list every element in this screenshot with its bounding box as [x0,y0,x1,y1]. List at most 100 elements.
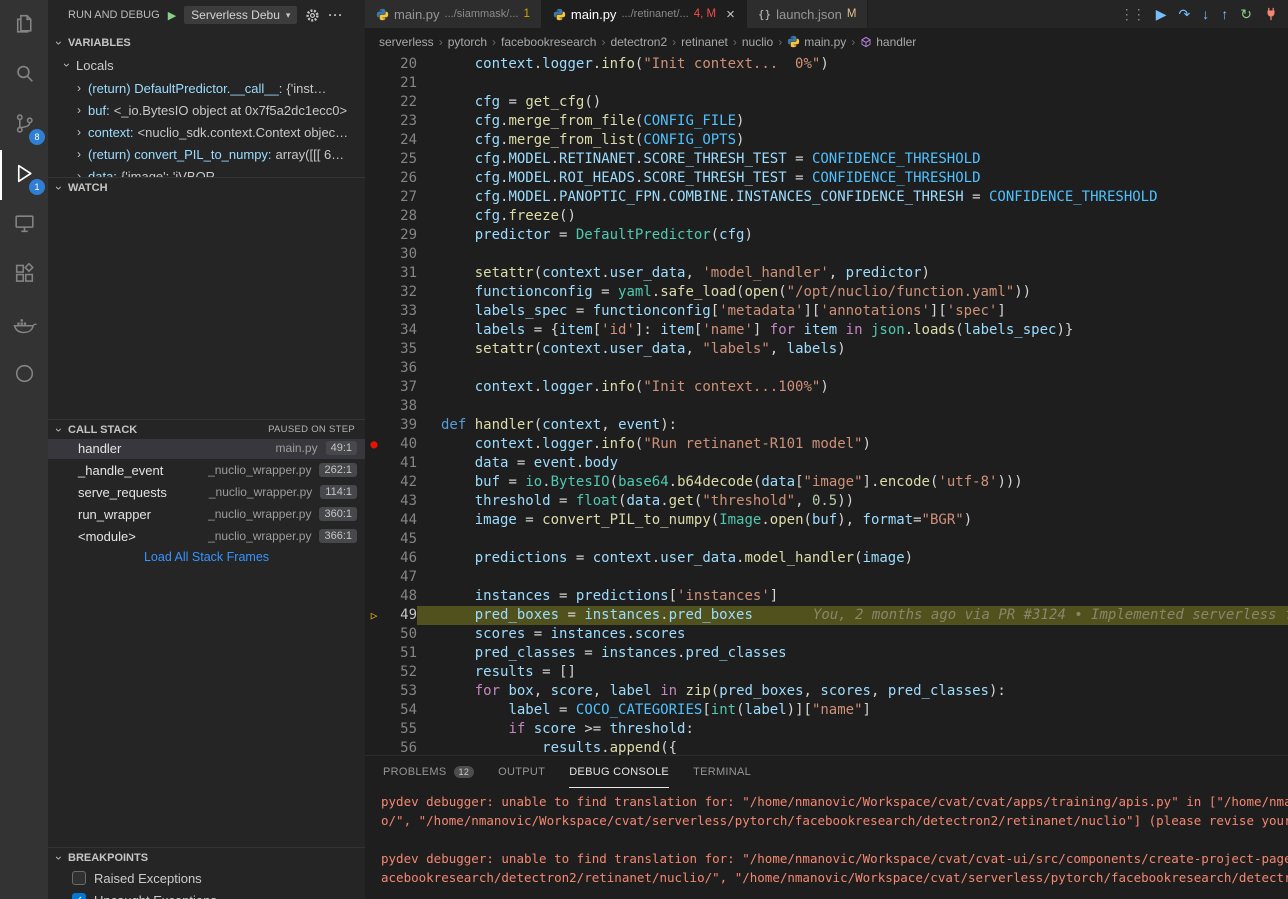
stack-frame[interactable]: <module>_nuclio_wrapper.py366:1 [48,525,365,547]
breakpoint-row[interactable]: ✓Uncaught Exceptions [48,889,365,899]
continue-icon[interactable]: ▶ [1156,7,1167,21]
line-number: 45 [383,530,417,549]
line-number: 28 [383,207,417,226]
stack-frame[interactable]: run_wrapper_nuclio_wrapper.py360:1 [48,503,365,525]
code-line[interactable]: 34 labels = {item['id']: item['name'] fo… [365,321,1288,340]
variable-row[interactable]: ›data:{'image': 'iVBOR… [48,165,365,177]
panel-tab-output[interactable]: OUTPUT [498,756,545,788]
code-editor[interactable]: 20 context.logger.info("Init context... … [365,55,1288,755]
code-line[interactable]: 21 [365,74,1288,93]
debug-console-output[interactable]: pydev debugger: unable to find translati… [365,788,1288,899]
breadcrumb-item[interactable]: detectron2 [610,35,667,49]
code-line[interactable]: 26 cfg.MODEL.ROI_HEADS.SCORE_THRESH_TEST… [365,169,1288,188]
code-line[interactable]: 55 if score >= threshold: [365,720,1288,739]
activity-search[interactable] [0,50,48,100]
breadcrumb-item[interactable]: pytorch [448,35,487,49]
code-line[interactable]: 32 functionconfig = yaml.safe_load(open(… [365,283,1288,302]
breakpoint-row[interactable]: Raised Exceptions [48,867,365,889]
breadcrumb-item[interactable]: nuclio [742,35,773,49]
code-line[interactable]: 22 cfg = get_cfg() [365,93,1288,112]
code-line[interactable]: 41 data = event.body [365,454,1288,473]
code-line[interactable]: 33 labels_spec = functionconfig['metadat… [365,302,1288,321]
step-into-icon[interactable]: ↓ [1202,7,1209,21]
variable-row[interactable]: ›context:<nuclio_sdk.context.Context obj… [48,121,365,143]
code-line[interactable]: 42 buf = io.BytesIO(base64.b64decode(dat… [365,473,1288,492]
variables-section-header[interactable]: › VARIABLES [48,33,365,53]
code-line[interactable]: 28 cfg.freeze() [365,207,1288,226]
code-line[interactable]: 43 threshold = float(data.get("threshold… [365,492,1288,511]
debug-config-dropdown[interactable]: Serverless Debu ▾ [184,6,297,24]
breadcrumb-item[interactable]: main.py [787,35,846,49]
checkbox[interactable]: ✓ [72,893,86,899]
code-line[interactable]: 37 context.logger.info("Init context...1… [365,378,1288,397]
panel-tab-problems[interactable]: PROBLEMS12 [383,756,474,788]
code-line[interactable]: 23 cfg.merge_from_file(CONFIG_FILE) [365,112,1288,131]
breadcrumb-item[interactable]: retinanet [681,35,728,49]
code-line[interactable]: 24 cfg.merge_from_list(CONFIG_OPTS) [365,131,1288,150]
tab-main.py[interactable]: main.py.../siammask/...1 [365,0,542,28]
gear-icon[interactable] [305,8,320,23]
code-line[interactable]: 39def handler(context, event): [365,416,1288,435]
stack-frame[interactable]: _handle_event_nuclio_wrapper.py262:1 [48,459,365,481]
step-over-icon[interactable]: ↷ [1179,7,1191,21]
code-line[interactable]: 53 for box, score, label in zip(pred_box… [365,682,1288,701]
code-line[interactable]: ▷49 pred_boxes = instances.pred_boxesYou… [365,606,1288,625]
code-line[interactable]: 56 results.append({ [365,739,1288,755]
panel-tab-terminal[interactable]: TERMINAL [693,756,751,788]
breadcrumb-item[interactable]: serverless [379,35,434,49]
more-actions-icon[interactable]: ··· [328,8,343,22]
breadcrumb-item[interactable]: handler [860,35,916,49]
code-line[interactable]: 30 [365,245,1288,264]
call-stack-list: handlermain.py49:1_handle_event_nuclio_w… [48,437,365,547]
code-line[interactable]: 38 [365,397,1288,416]
restart-icon[interactable]: ↻ [1240,7,1252,21]
scope-locals[interactable]: › Locals [48,55,365,75]
activity-run-and-debug[interactable]: 1 [0,150,48,200]
start-debug-button[interactable]: ▶ [168,9,176,22]
stack-frame[interactable]: serve_requests_nuclio_wrapper.py114:1 [48,481,365,503]
code-line[interactable]: 52 results = [] [365,663,1288,682]
code-line[interactable]: 45 [365,530,1288,549]
checkbox[interactable] [72,871,86,885]
breadcrumb-item[interactable]: facebookresearch [501,35,596,49]
code-line[interactable]: 46 predictions = context.user_data.model… [365,549,1288,568]
watch-section-header[interactable]: › WATCH [48,177,365,197]
activity-extensions[interactable] [0,250,48,300]
code-line[interactable]: 27 cfg.MODEL.PANOPTIC_FPN.COMBINE.INSTAN… [365,188,1288,207]
stack-frame[interactable]: handlermain.py49:1 [48,437,365,459]
frame-line-badge: 366:1 [319,529,357,543]
load-all-stack-frames-link[interactable]: Load All Stack Frames [48,550,365,564]
code-line[interactable]: 20 context.logger.info("Init context... … [365,55,1288,74]
call-stack-section-header[interactable]: › CALL STACK PAUSED ON STEP [48,419,365,439]
tab-main.py[interactable]: main.py.../retinanet/...4, M× [542,0,747,28]
code-line[interactable]: 48 instances = predictions['instances'] [365,587,1288,606]
code-line[interactable]: 31 setattr(context.user_data, 'model_han… [365,264,1288,283]
code-line[interactable]: 47 [365,568,1288,587]
activity-docker[interactable] [0,300,48,350]
gutter-glyph [365,663,383,682]
code-line[interactable]: 50 scores = instances.scores [365,625,1288,644]
activity-circle[interactable] [0,350,48,400]
code-line[interactable]: 51 pred_classes = instances.pred_classes [365,644,1288,663]
disconnect-icon[interactable] [1264,7,1278,21]
code-line[interactable]: 29 predictor = DefaultPredictor(cfg) [365,226,1288,245]
close-icon[interactable]: × [726,7,735,22]
step-out-icon[interactable]: ↑ [1221,7,1228,21]
line-number: 48 [383,587,417,606]
panel-tab-debug-console[interactable]: DEBUG CONSOLE [569,756,669,788]
code-line[interactable]: 44 image = convert_PIL_to_numpy(Image.op… [365,511,1288,530]
activity-remote-explorer[interactable] [0,200,48,250]
code-line[interactable]: 25 cfg.MODEL.RETINANET.SCORE_THRESH_TEST… [365,150,1288,169]
variable-row[interactable]: ›(return) convert_PIL_to_numpy:array([[[… [48,143,365,165]
code-line[interactable]: 35 setattr(context.user_data, "labels", … [365,340,1288,359]
variable-row[interactable]: ›(return) DefaultPredictor.__call__:{'in… [48,77,365,99]
variable-row[interactable]: ›buf:<_io.BytesIO object at 0x7f5a2dc1ec… [48,99,365,121]
breakpoints-section-header[interactable]: › BREAKPOINTS [48,847,365,867]
activity-source-control[interactable]: 8 [0,100,48,150]
tab-launch.json[interactable]: {}launch.jsonM [747,0,869,28]
code-line[interactable]: 36 [365,359,1288,378]
breakpoint-icon[interactable]: ● [370,437,377,451]
activity-explorer[interactable] [0,0,48,50]
code-line[interactable]: 54 label = COCO_CATEGORIES[int(label)]["… [365,701,1288,720]
code-line[interactable]: ●40 context.logger.info("Run retinanet-R… [365,435,1288,454]
